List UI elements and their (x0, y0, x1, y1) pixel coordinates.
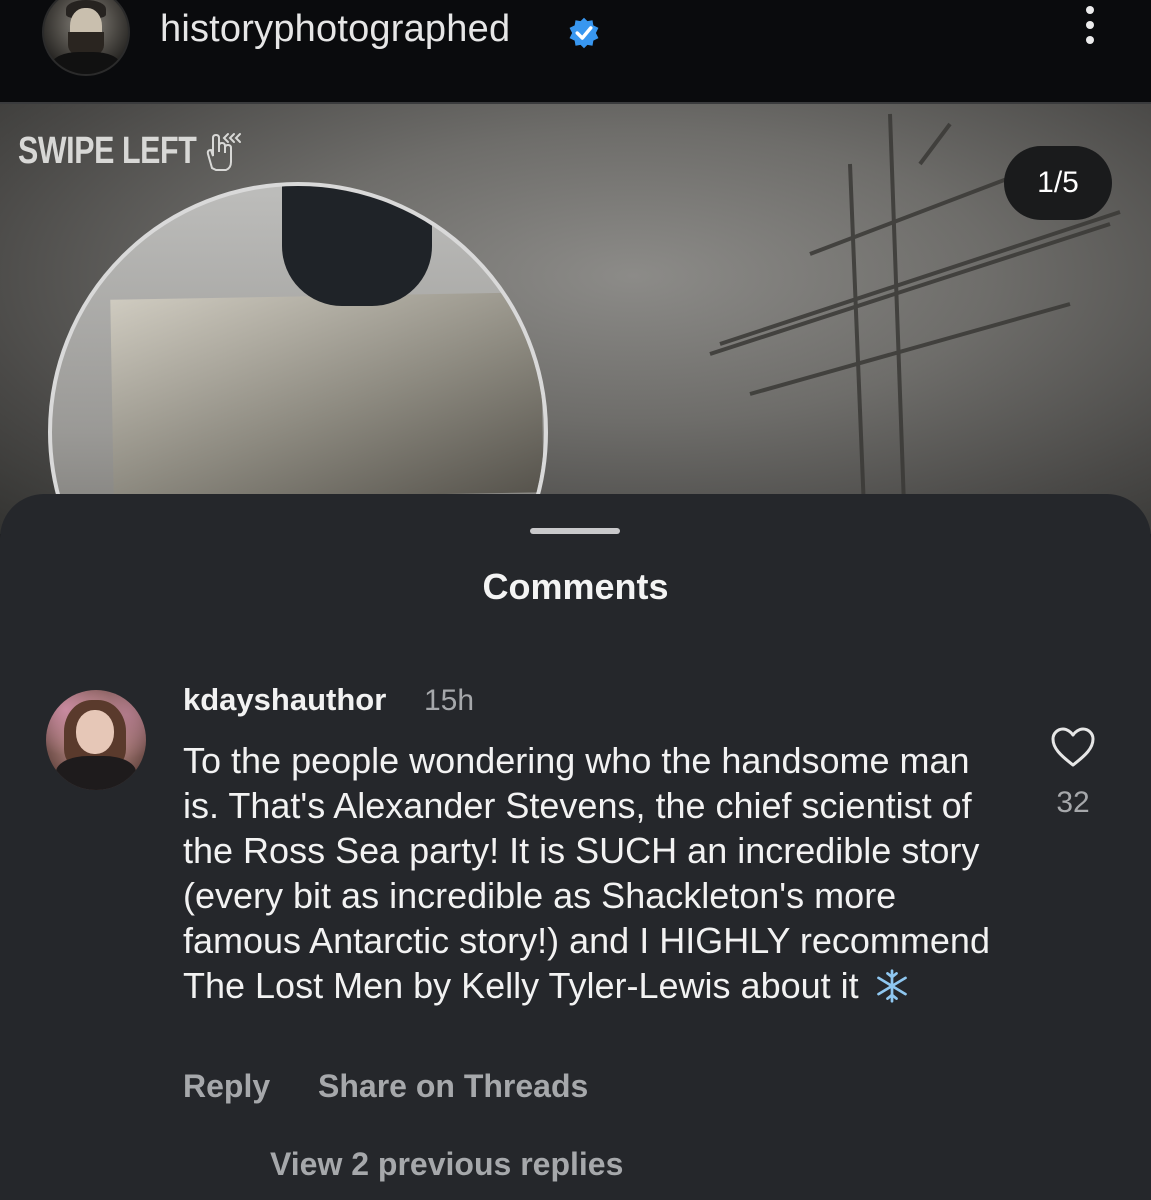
reply-button[interactable]: Reply (183, 1068, 270, 1105)
avatar-coat (52, 52, 120, 74)
carousel-counter: 1/5 (1004, 146, 1112, 220)
commenter-avatar[interactable] (46, 690, 146, 790)
gloved-finger (282, 186, 432, 306)
comment-text-content: To the people wondering who the handsome… (183, 740, 990, 1006)
snowflake-icon (876, 969, 907, 1003)
post-header: historyphotographed (0, 0, 1151, 104)
hand-swipe-icon (206, 133, 241, 171)
comment-timestamp: 15h (424, 684, 475, 717)
comment-text: To the people wondering who the handsome… (183, 738, 1013, 1008)
verified-badge-icon (569, 17, 599, 49)
view-previous-replies-button[interactable]: View 2 previous replies (270, 1146, 623, 1183)
inset-circle-photo (48, 182, 548, 534)
like-count: 32 (1056, 786, 1090, 819)
comments-sheet: Comments kdayshauthor 15h To the people … (0, 494, 1151, 1200)
more-options-button[interactable] (1070, 6, 1110, 56)
post-image[interactable]: SWIPE LEFT 1/5 (0, 104, 1151, 534)
account-username[interactable]: historyphotographed (160, 8, 510, 51)
swipe-left-label: SWIPE LEFT (18, 130, 197, 172)
glass-plate-negative (110, 292, 544, 500)
heart-icon[interactable] (1050, 726, 1096, 768)
share-on-threads-button[interactable]: Share on Threads (318, 1068, 588, 1105)
sheet-drag-handle[interactable] (530, 528, 620, 534)
comments-title: Comments (482, 566, 669, 607)
more-vertical-icon (1086, 6, 1094, 14)
commenter-username[interactable]: kdayshauthor (183, 682, 386, 718)
account-avatar[interactable] (42, 0, 130, 76)
